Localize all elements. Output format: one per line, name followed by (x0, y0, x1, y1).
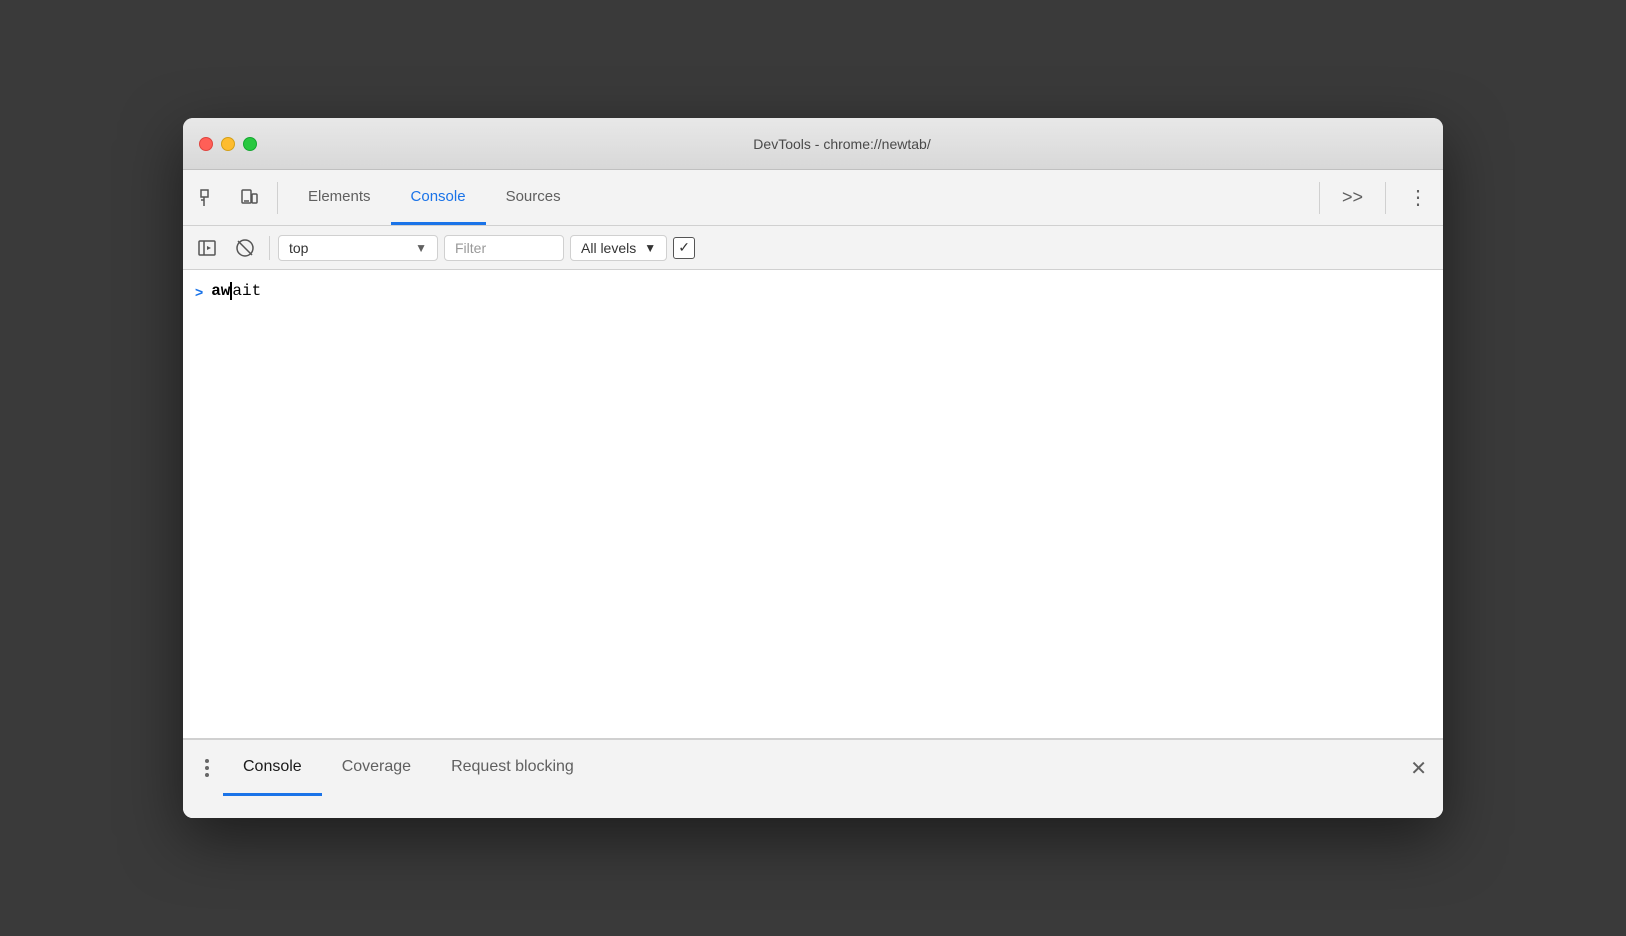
device-toolbar-button[interactable] (231, 180, 267, 216)
main-toolbar: Elements Console Sources >> ⋮ (183, 170, 1443, 226)
context-dropdown-arrow: ▼ (415, 241, 427, 255)
settings-checkbox[interactable]: ✓ (673, 237, 695, 259)
toolbar-divider-2 (1319, 182, 1320, 214)
show-sidebar-button[interactable] (191, 232, 223, 264)
inspect-icon (199, 188, 219, 208)
clear-console-button[interactable] (229, 232, 261, 264)
maximize-button[interactable] (243, 137, 257, 151)
devtools-window: DevTools - chrome://newtab/ (183, 118, 1443, 818)
drawer-tab-request-blocking[interactable]: Request blocking (431, 740, 594, 796)
inspect-element-button[interactable] (191, 180, 227, 216)
traffic-lights (199, 137, 257, 151)
main-tabs: Elements Console Sources (288, 170, 581, 225)
filter-input[interactable]: Filter (444, 235, 564, 261)
title-bar: DevTools - chrome://newtab/ (183, 118, 1443, 170)
checkmark-icon: ✓ (678, 239, 690, 256)
drawer-menu-button[interactable] (191, 752, 223, 784)
code-normal-part: ait (232, 282, 261, 300)
drawer-tab-bar: Console Coverage Request blocking ✕ (183, 740, 1443, 796)
minimize-button[interactable] (221, 137, 235, 151)
sidebar-icon (197, 238, 217, 258)
bottom-drawer: Console Coverage Request blocking ✕ (183, 738, 1443, 818)
drawer-close-button[interactable]: ✕ (1402, 752, 1435, 785)
close-button[interactable] (199, 137, 213, 151)
code-bold-part: aw (211, 282, 232, 300)
devtools-panel: Elements Console Sources >> ⋮ (183, 170, 1443, 818)
window-title: DevTools - chrome://newtab/ (257, 136, 1427, 152)
context-selector[interactable]: top ▼ (278, 235, 438, 261)
more-tabs-button[interactable]: >> (1334, 183, 1371, 212)
tab-sources[interactable]: Sources (486, 170, 581, 225)
drawer-tab-console[interactable]: Console (223, 740, 322, 796)
toolbar-divider-1 (277, 182, 278, 214)
device-icon (239, 188, 259, 208)
clear-icon (235, 238, 255, 258)
tab-elements[interactable]: Elements (288, 170, 391, 225)
drawer-tab-coverage[interactable]: Coverage (322, 740, 431, 796)
toolbar-more: >> ⋮ (1313, 181, 1435, 214)
console-divider-1 (269, 236, 270, 260)
tab-console[interactable]: Console (391, 170, 486, 225)
vertical-dots-icon (205, 759, 209, 777)
levels-dropdown-arrow: ▼ (644, 241, 656, 255)
devtools-menu-button[interactable]: ⋮ (1400, 181, 1435, 214)
console-toolbar: top ▼ Filter All levels ▼ ✓ (183, 226, 1443, 270)
log-levels-selector[interactable]: All levels ▼ (570, 235, 667, 261)
console-code-text: await (211, 282, 261, 300)
toolbar-divider-3 (1385, 182, 1386, 214)
expand-chevron[interactable]: > (195, 284, 203, 300)
console-entry-1: > await (183, 278, 1443, 310)
console-output[interactable]: > await (183, 270, 1443, 738)
